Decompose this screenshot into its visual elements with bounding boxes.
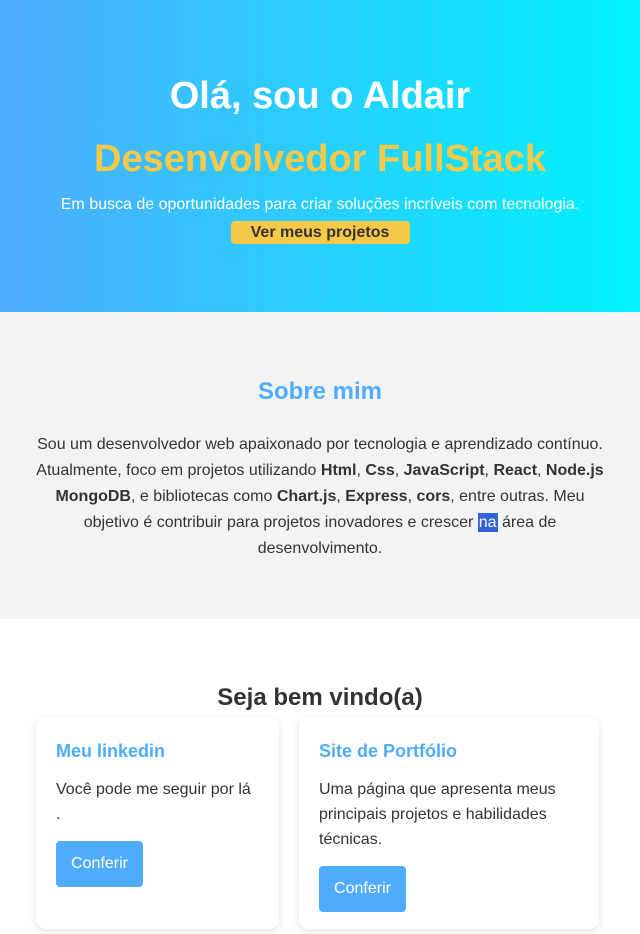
linkedin-check-button[interactable]: Conferir <box>56 841 143 887</box>
text-selection-highlight: na <box>477 513 498 532</box>
card-description: Você pode me seguir por lá . <box>56 781 251 823</box>
tech-html: Html <box>320 462 357 479</box>
portfolio-check-button[interactable]: Conferir <box>319 866 406 912</box>
cards-container: Meu linkedin Você pode me seguir por lá … <box>0 713 640 934</box>
lib-express: Express <box>345 488 408 505</box>
about-heading: Sobre mim <box>257 378 383 405</box>
lib-chartjs: Chart.js <box>276 488 337 505</box>
hero-subtitle: Desenvolvedor FullStack <box>94 138 546 180</box>
tech-react: React <box>493 462 538 479</box>
card-title: Meu linkedin <box>56 741 166 761</box>
about-text: Sou um desenvolvedor web apaixonado por … <box>36 436 604 557</box>
card-description: Uma página que apresenta meus principais… <box>319 781 556 848</box>
hero-title: Olá, sou o Aldair <box>169 75 471 117</box>
hero-section: Olá, sou o Aldair Desenvolvedor FullStac… <box>0 0 640 312</box>
portfolio-card: Site de Portfólio Uma página que apresen… <box>299 717 599 929</box>
about-section: Sobre mim Sou um desenvolvedor web apaix… <box>0 312 640 619</box>
tech-javascript: JavaScript <box>403 462 485 479</box>
tech-mongodb: MongoDB <box>55 488 131 505</box>
tech-nodejs: Node.js <box>545 462 604 479</box>
tech-css: Css <box>365 462 395 479</box>
lib-cors: cors <box>416 488 451 505</box>
card-title: Site de Portfólio <box>319 741 458 761</box>
linkedin-card: Meu linkedin Você pode me seguir por lá … <box>36 717 279 929</box>
view-projects-button[interactable]: Ver meus projetos <box>230 221 410 244</box>
welcome-section: Seja bem vindo(a) Meu linkedin Você pode… <box>0 619 640 934</box>
hero-tagline: Em busca de oportunidades para criar sol… <box>60 196 580 213</box>
welcome-heading: Seja bem vindo(a) <box>217 684 423 711</box>
